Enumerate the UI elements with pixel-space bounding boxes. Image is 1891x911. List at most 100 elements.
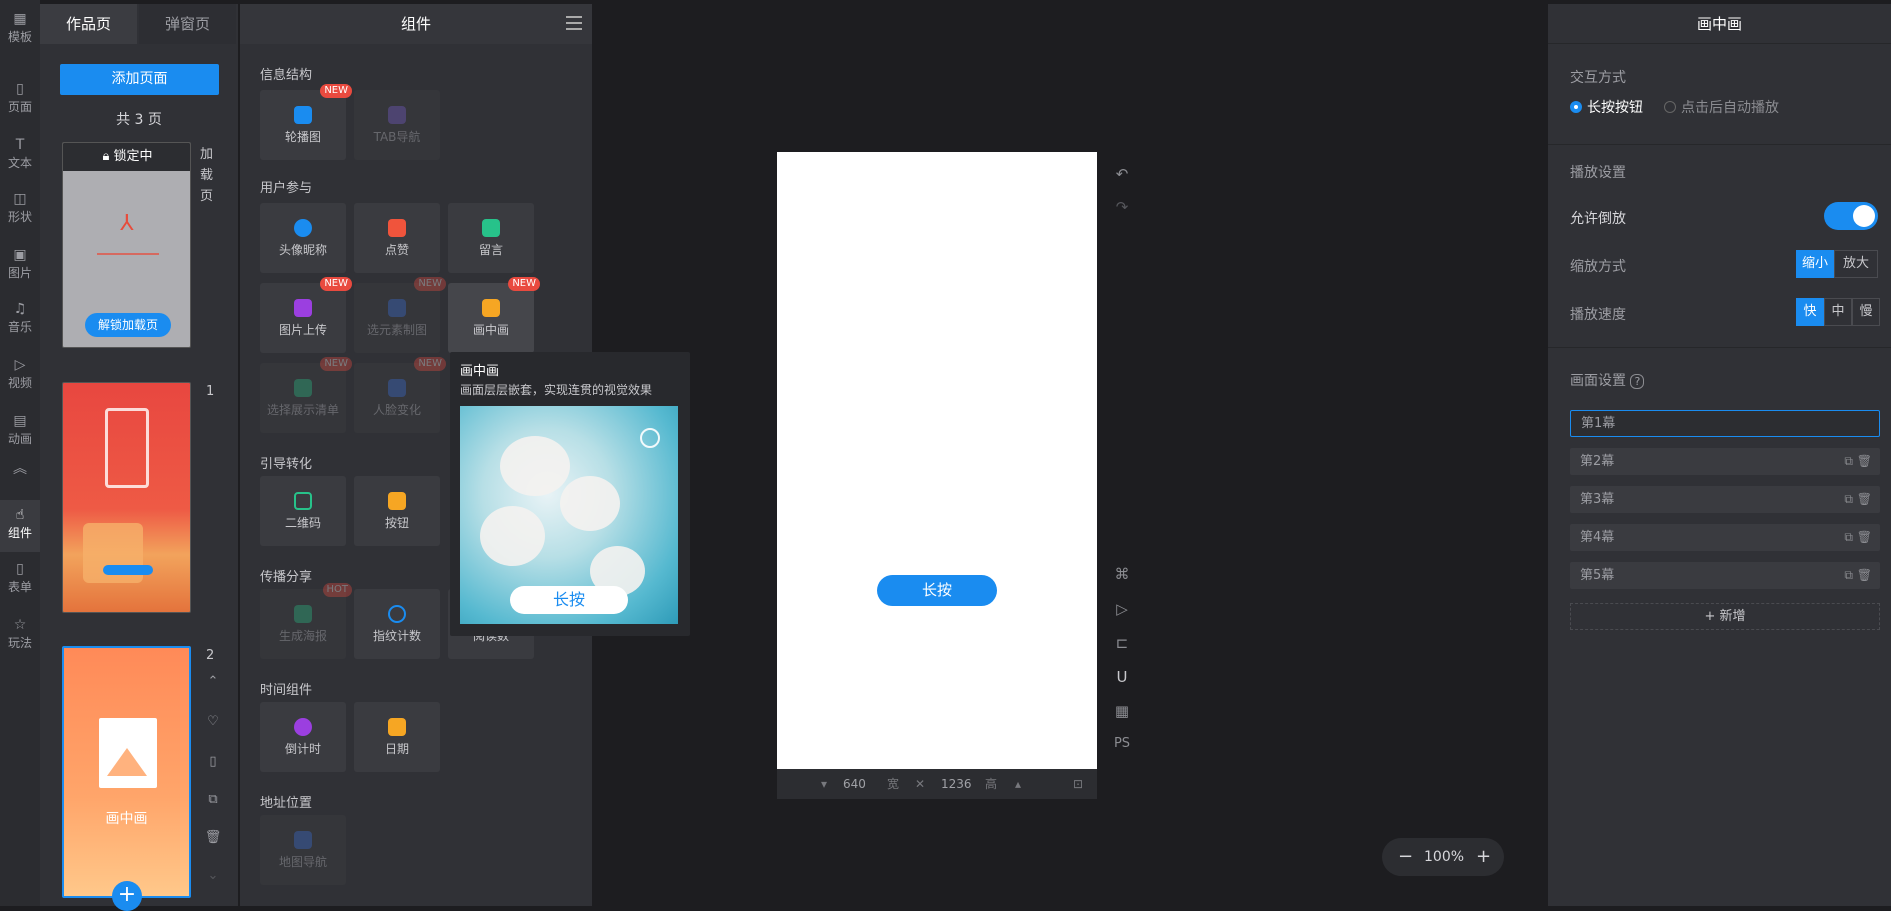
rail-item-image[interactable]: ▣ 图片: [0, 246, 40, 281]
component-comment[interactable]: 留言: [448, 203, 534, 273]
phone-canvas[interactable]: 长按: [777, 152, 1097, 769]
rail-item-animation[interactable]: ▤ 动画: [0, 412, 40, 447]
scene-item[interactable]: 第4幕 ⧉ 🗑︎: [1570, 524, 1880, 551]
copy-icon[interactable]: ⧉: [1844, 568, 1853, 582]
height-value[interactable]: 1236: [941, 769, 972, 799]
component-image-upload[interactable]: 图片上传 NEW: [260, 277, 352, 353]
add-scene-button[interactable]: + 新增: [1570, 603, 1880, 630]
copy-icon[interactable]: ⧉: [1844, 530, 1853, 544]
rail-item-gameplay[interactable]: ☆ 玩法: [0, 616, 40, 651]
favorite-icon[interactable]: ♡: [202, 714, 224, 729]
trash-icon[interactable]: 🗑︎: [1857, 530, 1872, 544]
page-1-thumbnail[interactable]: [62, 382, 191, 613]
qrcode-icon: [294, 492, 312, 510]
component-generate-poster[interactable]: 生成海报 HOT: [260, 583, 352, 659]
component-countdown[interactable]: 倒计时: [260, 702, 346, 772]
copy-icon[interactable]: ⧉: [1844, 454, 1853, 468]
zoom-level: 100%: [1424, 849, 1465, 865]
zoom-out-icon[interactable]: −: [1398, 838, 1413, 876]
section-info-structure: 信息结构: [260, 68, 313, 83]
hot-badge: HOT: [322, 583, 352, 597]
move-down-icon[interactable]: ⌄: [202, 868, 224, 883]
scene-item[interactable]: 第3幕 ⧉ 🗑︎: [1570, 486, 1880, 513]
component-qrcode[interactable]: 二维码: [260, 476, 346, 546]
component-like[interactable]: 点赞: [354, 203, 440, 273]
rail-item-template[interactable]: ▦ 模板: [0, 10, 40, 45]
speed-fast[interactable]: 快: [1796, 298, 1824, 326]
rail-item-component[interactable]: ☝ 组件: [0, 500, 40, 552]
trash-icon[interactable]: 🗑︎: [1857, 568, 1872, 582]
radio-long-press[interactable]: 长按按钮: [1570, 97, 1643, 117]
component-button[interactable]: 按钮: [354, 476, 440, 546]
tooltip-preview-button: 长按: [510, 586, 628, 614]
radio-auto-play[interactable]: 点击后自动播放: [1664, 97, 1779, 117]
fingerprint-icon: [388, 605, 406, 623]
zoom-mode-shrink[interactable]: 缩小: [1796, 250, 1834, 278]
section-share: 传播分享: [260, 570, 313, 585]
delete-page-icon[interactable]: 🗑︎: [202, 830, 224, 845]
section-address: 地址位置: [260, 796, 313, 811]
rail-item-text[interactable]: T 文本: [0, 136, 40, 171]
component-picture-in-picture[interactable]: 画中画 NEW: [448, 277, 540, 353]
rail-item-shape[interactable]: ◫ 形状: [0, 190, 40, 225]
interaction-label: 交互方式: [1570, 70, 1626, 86]
component-date[interactable]: 日期: [354, 702, 440, 772]
move-up-icon[interactable]: ⌃: [202, 674, 224, 689]
help-icon[interactable]: ?: [1630, 374, 1645, 389]
unlock-loading-button[interactable]: 解锁加载页: [85, 313, 171, 337]
sun-circle-shape: [640, 428, 660, 448]
shortcut-icon[interactable]: ⌘: [1112, 565, 1132, 583]
copy-page-icon[interactable]: ⧉: [202, 792, 224, 807]
loading-page-thumbnail[interactable]: 🔒︎ 锁定中 ⅄ 解锁加载页: [62, 142, 191, 348]
rail-item-music[interactable]: ♫ 音乐: [0, 300, 40, 335]
speed-medium[interactable]: 中: [1824, 298, 1852, 326]
long-press-button[interactable]: 长按: [877, 575, 997, 606]
add-page-plus-button[interactable]: +: [112, 881, 142, 911]
ps-import-icon[interactable]: PS: [1112, 736, 1132, 751]
trash-icon[interactable]: 🗑︎: [1857, 492, 1872, 506]
zoom-mode-enlarge[interactable]: 放大: [1834, 250, 1878, 278]
page-2-thumbnail[interactable]: 画中画: [62, 646, 191, 898]
dropdown-arrow-icon[interactable]: ▾: [821, 769, 827, 799]
radio-unchecked-icon: [1664, 101, 1676, 113]
component-element-drawing[interactable]: 选元素制图 NEW: [354, 277, 446, 353]
allow-reverse-toggle[interactable]: [1824, 202, 1878, 230]
flower-shape: [480, 506, 545, 566]
component-choose-list[interactable]: 选择展示清单 NEW: [260, 357, 352, 433]
scene-actions: ⧉ 🗑︎: [1844, 562, 1872, 589]
width-value[interactable]: 640: [843, 769, 866, 799]
scene-item[interactable]: 第1幕: [1570, 410, 1880, 437]
redo-icon[interactable]: ↷: [1112, 198, 1132, 216]
component-carousel[interactable]: 轮播图 NEW: [260, 84, 352, 160]
component-map-nav[interactable]: 地图导航: [260, 815, 346, 885]
speed-slow[interactable]: 慢: [1852, 298, 1880, 326]
component-tab-nav[interactable]: TAB导航: [354, 90, 440, 160]
trash-icon[interactable]: 🗑︎: [1857, 454, 1872, 468]
menu-icon[interactable]: [566, 16, 582, 30]
link-dimensions-icon[interactable]: ✕: [915, 769, 925, 799]
lock-icon[interactable]: ⊡: [1073, 769, 1083, 799]
magnet-icon[interactable]: U: [1112, 668, 1132, 686]
undo-icon[interactable]: ↶: [1112, 165, 1132, 183]
component-avatar-nickname[interactable]: 头像昵称: [260, 203, 346, 273]
height-unit: 高: [985, 777, 998, 791]
scene-item[interactable]: 第5幕 ⧉ 🗑︎: [1570, 562, 1880, 589]
ruler-icon[interactable]: ⊏: [1112, 634, 1132, 652]
tab-popup[interactable]: 弹窗页: [139, 4, 236, 44]
grid-icon[interactable]: ▦: [1112, 702, 1132, 720]
zoom-in-icon[interactable]: +: [1476, 838, 1491, 876]
component-face-change[interactable]: 人脸变化 NEW: [354, 357, 446, 433]
rail-item-page[interactable]: ▯ 页面: [0, 80, 40, 115]
component-fingerprint-count[interactable]: 指纹计数: [354, 589, 440, 659]
play-icon[interactable]: ▷: [1112, 600, 1132, 618]
rail-collapse[interactable]: ︽: [0, 460, 40, 478]
scene-item[interactable]: 第2幕 ⧉ 🗑︎: [1570, 448, 1880, 475]
copy-icon[interactable]: ⧉: [1844, 492, 1853, 506]
rail-item-form[interactable]: ▯ 表单: [0, 560, 40, 595]
tab-works[interactable]: 作品页: [40, 4, 137, 44]
rail-item-video[interactable]: ▷ 视频: [0, 356, 40, 391]
thumbs-up-icon: [388, 219, 406, 237]
triangle-up-icon[interactable]: ▴: [1015, 769, 1021, 799]
phone-preview-icon[interactable]: ▯: [202, 754, 224, 769]
add-page-button[interactable]: 添加页面: [60, 64, 219, 95]
